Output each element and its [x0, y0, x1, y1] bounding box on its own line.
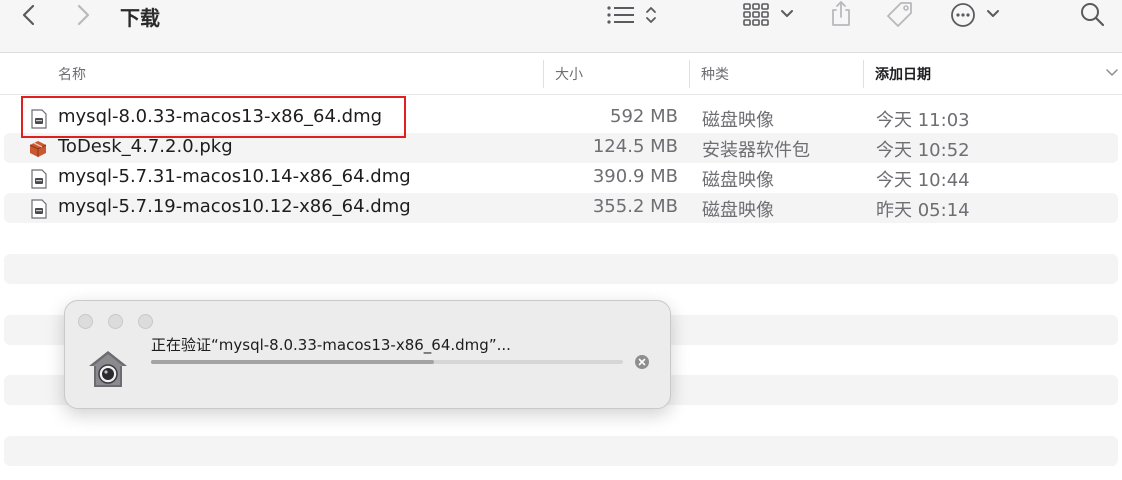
column-divider[interactable] — [689, 60, 690, 88]
file-name: mysql-5.7.31-macos10.14-x86_64.dmg — [58, 166, 411, 187]
file-kind: 磁盘映像 — [702, 200, 774, 221]
file-name: ToDesk_4.7.2.0.pkg — [58, 136, 233, 157]
package-icon — [29, 141, 47, 157]
back-chevron-icon[interactable] — [20, 4, 38, 26]
file-kind: 安装器软件包 — [702, 140, 810, 161]
sort-chevrons-icon[interactable] — [644, 4, 658, 26]
file-date-added: 今天 10:52 — [876, 140, 970, 161]
column-divider[interactable] — [863, 60, 864, 88]
column-header-bar: 名称 大小 种类 添加日期 — [0, 54, 1122, 95]
file-name: mysql-5.7.19-macos10.12-x86_64.dmg — [58, 196, 411, 217]
zoom-window-button[interactable] — [138, 314, 153, 329]
forward-chevron-icon[interactable] — [74, 4, 92, 26]
file-row[interactable]: mysql-5.7.19-macos10.12-x86_64.dmg 355.2… — [4, 193, 1118, 223]
share-icon[interactable] — [828, 0, 854, 28]
chevron-down-icon[interactable] — [780, 8, 794, 20]
file-date-added: 今天 10:44 — [876, 170, 970, 191]
empty-row-stripe — [4, 254, 1118, 284]
sort-descending-icon[interactable] — [1106, 68, 1118, 78]
column-header-name[interactable]: 名称 — [58, 64, 86, 84]
file-size: 390.9 MB — [592, 166, 678, 187]
file-row[interactable]: mysql-5.7.31-macos10.14-x86_64.dmg 390.9… — [4, 163, 1118, 193]
file-kind: 磁盘映像 — [702, 170, 774, 191]
toolbar: 下载 — [0, 0, 1122, 53]
cancel-verify-button[interactable] — [635, 355, 649, 369]
minimize-window-button[interactable] — [108, 314, 123, 329]
column-header-date-added[interactable]: 添加日期 — [875, 64, 931, 84]
file-size: 355.2 MB — [592, 196, 678, 217]
group-grid-icon[interactable] — [742, 2, 772, 26]
close-icon — [638, 358, 646, 366]
more-actions-icon[interactable] — [950, 2, 976, 28]
column-header-size[interactable]: 大小 — [555, 64, 583, 84]
file-size: 592 MB — [610, 106, 678, 127]
verify-dialog: 正在验证“mysql-8.0.33-macos13-x86_64.dmg”... — [64, 300, 671, 409]
close-window-button[interactable] — [78, 314, 93, 329]
window-title: 下载 — [120, 6, 160, 30]
file-kind: 磁盘映像 — [702, 110, 774, 131]
search-icon[interactable] — [1080, 2, 1106, 28]
disk-image-icon — [31, 199, 47, 219]
column-divider[interactable] — [543, 60, 544, 88]
file-date-added: 今天 11:03 — [876, 110, 970, 131]
tag-icon[interactable] — [884, 0, 916, 30]
verify-progress-fill — [151, 360, 435, 364]
empty-row-stripe — [4, 436, 1118, 466]
verify-progress-bar — [151, 360, 623, 364]
list-view-icon[interactable] — [606, 4, 636, 26]
verify-message: 正在验证“mysql-8.0.33-macos13-x86_64.dmg”... — [151, 336, 511, 354]
gatekeeper-security-icon — [89, 351, 127, 387]
column-header-kind[interactable]: 种类 — [701, 64, 729, 84]
file-size: 124.5 MB — [592, 136, 678, 157]
highlight-annotation-box — [21, 96, 406, 138]
disk-image-icon — [31, 169, 47, 189]
file-date-added: 昨天 05:14 — [876, 200, 970, 221]
chevron-down-icon[interactable] — [986, 8, 1000, 20]
